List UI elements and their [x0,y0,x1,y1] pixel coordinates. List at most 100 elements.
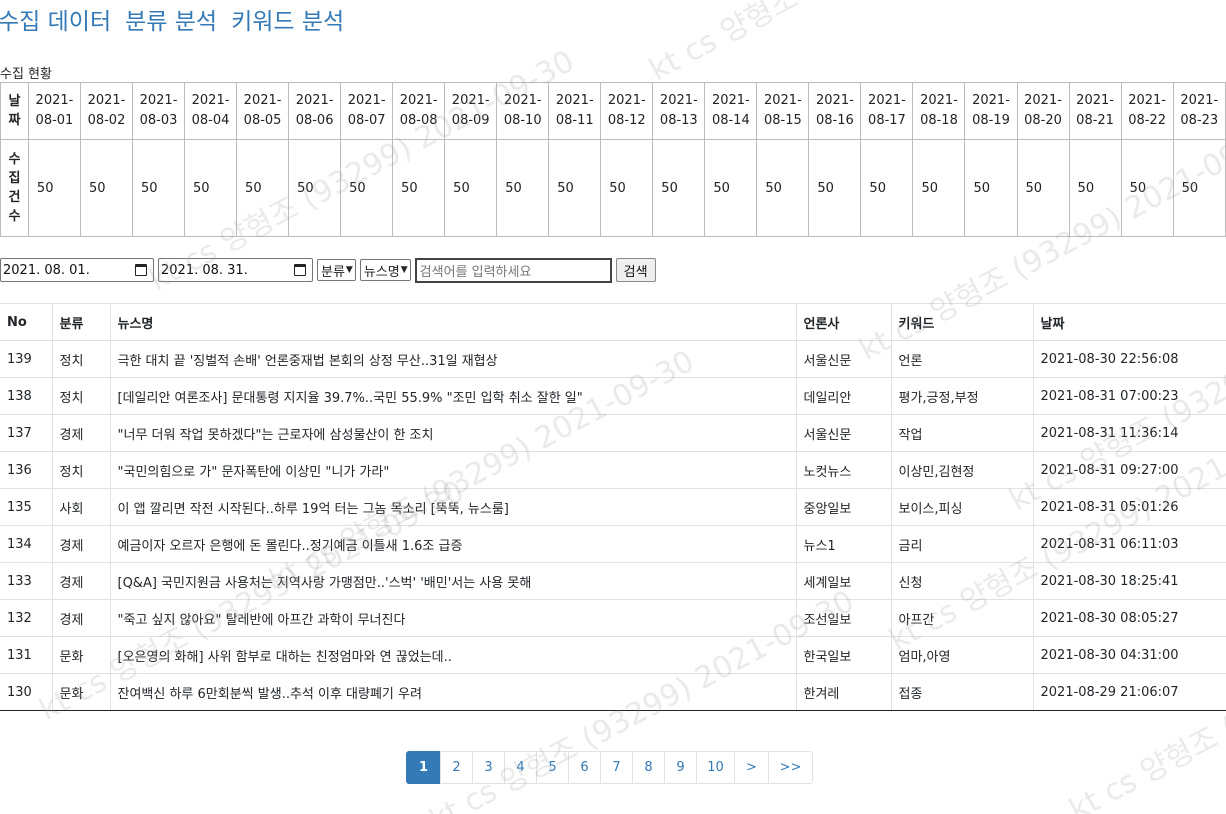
next-page-button[interactable]: > [734,751,769,784]
search-button[interactable]: 검색 [615,258,656,282]
page-link-6[interactable]: 6 [568,751,601,784]
collection-date-cell: 2021- 08-13 [652,82,706,140]
collection-count-cell: 50 [444,139,498,237]
cell-title[interactable]: 극한 대치 끝 '징벌적 손배' 언론중재법 본회의 상정 무산..31일 재협… [109,340,797,378]
cell-category: 경제 [51,562,111,600]
cell-category: 경제 [51,414,111,452]
cell-category: 정치 [51,340,111,378]
table-row[interactable]: 131 문화 [오은영의 화해] 사위 함부로 대하는 친정엄마와 연 끊었는데..… [0,636,1226,674]
cell-no: 136 [0,451,53,489]
collection-date-cell: 2021- 08-15 [756,82,810,140]
cell-category: 정치 [51,377,111,415]
nav-keyword-analysis[interactable]: 키워드 분석 [231,2,344,36]
cell-date: 2021-08-31 07:00:23 [1032,377,1226,415]
col-header-press: 언론사 [795,303,892,341]
cell-keyword: 보이스,피싱 [890,488,1034,526]
table-row[interactable]: 136 정치 "국민의힘으로 가" 문자폭탄에 이상민 "니가 가라" 노컷뉴스 이상민… [0,451,1226,489]
collection-date-cell: 2021- 08-03 [131,82,186,140]
page-link-9[interactable]: 9 [664,751,697,784]
table-row[interactable]: 139 정치 극한 대치 끝 '징벌적 손배' 언론중재법 본회의 상정 무산..3… [0,340,1226,378]
cell-press: 서울신문 [795,414,892,452]
page-link-5[interactable]: 5 [536,751,569,784]
news-table-header: No 분류 뉴스명 언론사 키워드 날짜 [0,303,1226,341]
last-page-button[interactable]: >> [768,751,813,784]
collection-date-cell: 2021- 08-11 [548,82,602,140]
pagination: 1 2 3 4 5 6 7 8 9 10 > >> [406,751,813,784]
page-link-8[interactable]: 8 [632,751,665,784]
collection-count-row: 수집건수 50 50 50 50 50 50 50 50 50 50 50 50 50 50 50 50 50 5… [0,139,1226,237]
collection-date-cell: 2021- 08-23 [1172,82,1226,140]
collection-count-cell: 50 [808,139,862,237]
search-field-select[interactable]: 뉴스명 ▼ [359,259,411,281]
collection-date-cell: 2021- 08-08 [392,82,446,140]
cell-title[interactable]: 예금이자 오르자 은행에 돈 몰린다..정기예금 이틀새 1.6조 급증 [109,525,797,563]
news-table: No 분류 뉴스명 언론사 키워드 날짜 139 정치 극한 대치 끝 '징벌적 손… [0,303,1226,711]
page-link-10[interactable]: 10 [696,751,735,784]
cell-title[interactable]: [데일리안 여론조사] 문대통령 지지율 39.7%..국민 55.9% "조민… [109,377,797,415]
collection-count-cell: 50 [392,139,446,237]
search-input[interactable]: 검색어를 입력하세요 [414,257,612,283]
table-row[interactable]: 137 경제 "너무 더워 작업 못하겠다"는 근로자에 삼성물산이 한 조치 서울신… [0,414,1226,452]
table-row[interactable]: 133 경제 [Q&A] 국민지원금 사용처는 지역사랑 가맹점만..'스벅' '배… [0,562,1226,600]
col-header-no: No [0,303,53,341]
cell-category: 문화 [51,673,111,711]
category-select[interactable]: 분류 ▼ [317,259,356,281]
table-row[interactable]: 135 사회 이 앱 깔리면 작전 시작된다..하루 19억 터는 그놈 목소리 [… [0,488,1226,526]
category-select-value: 분류 [321,264,345,280]
count-row-header: 수집건수 [0,139,29,237]
cell-keyword: 아프간 [890,599,1034,637]
table-row[interactable]: 134 경제 예금이자 오르자 은행에 돈 몰린다..정기예금 이틀새 1.6조 급… [0,525,1226,563]
collection-date-cell: 2021- 08-17 [860,82,914,140]
cell-title[interactable]: 잔여백신 하루 6만회분씩 발생..추석 이후 대량폐기 우려 [109,673,797,711]
start-date-input[interactable]: 2021. 08. 01. [0,258,154,282]
cell-no: 132 [0,599,53,637]
cell-title[interactable]: [Q&A] 국민지원금 사용처는 지역사랑 가맹점만..'스벅' '배민'서는 … [109,562,797,600]
calendar-icon[interactable] [294,264,306,276]
cell-title[interactable]: "너무 더워 작업 못하겠다"는 근로자에 삼성물산이 한 조치 [109,414,797,452]
search-placeholder: 검색어를 입력하세요 [419,264,532,280]
col-header-keyword: 키워드 [890,303,1034,341]
collection-status-label: 수집 현황 [0,67,52,82]
page-link-2[interactable]: 2 [440,751,473,784]
table-row[interactable]: 138 정치 [데일리안 여론조사] 문대통령 지지율 39.7%..국민 55.9… [0,377,1226,415]
cell-date: 2021-08-31 11:36:14 [1032,414,1226,452]
collection-count-cell: 50 [1172,139,1226,237]
collection-count-cell: 50 [236,139,290,237]
cell-keyword: 신청 [890,562,1034,600]
cell-press: 뉴스1 [795,525,892,563]
news-table-body: 139 정치 극한 대치 끝 '징벌적 손배' 언론중재법 본회의 상정 무산..3… [0,340,1226,711]
cell-no: 138 [0,377,53,415]
chevron-down-icon: ▼ [345,265,353,275]
collection-date-cell: 2021- 08-04 [184,82,238,140]
end-date-input[interactable]: 2021. 08. 31. [158,258,313,282]
cell-title[interactable]: "국민의힘으로 가" 문자폭탄에 이상민 "니가 가라" [109,451,797,489]
collection-count-cell: 50 [184,139,238,237]
nav-category-analysis[interactable]: 분류 분석 [125,2,217,36]
cell-title[interactable]: "죽고 싶지 않아요" 탈레반에 아프간 과학이 무너진다 [109,599,797,637]
cell-title[interactable]: 이 앱 깔리면 작전 시작된다..하루 19억 터는 그놈 목소리 [뚝뚝, 뉴… [109,488,797,526]
cell-title[interactable]: [오은영의 화해] 사위 함부로 대하는 친정엄마와 연 끊었는데.. [109,636,797,674]
cell-keyword: 접종 [890,673,1034,711]
collection-count-cell: 50 [548,139,602,237]
cell-press: 서울신문 [795,340,892,378]
page-link-3[interactable]: 3 [472,751,505,784]
collection-date-cell: 2021- 08-22 [1120,82,1174,140]
cell-press: 데일리안 [795,377,892,415]
cell-keyword: 이상민,김현정 [890,451,1034,489]
cell-category: 정치 [51,451,111,489]
nav-collected-data[interactable]: 수집 데이터 [0,2,111,36]
collection-date-cell: 2021- 08-09 [444,82,498,140]
cell-date: 2021-08-31 05:01:26 [1032,488,1226,526]
page-link-4[interactable]: 4 [504,751,537,784]
collection-count-cell: 50 [600,139,654,237]
page-link-7[interactable]: 7 [600,751,633,784]
table-row[interactable]: 132 경제 "죽고 싶지 않아요" 탈레반에 아프간 과학이 무너진다 조선일보 아프… [0,599,1226,637]
cell-category: 경제 [51,599,111,637]
page-link-1[interactable]: 1 [406,751,441,784]
cell-press: 노컷뉴스 [795,451,892,489]
collection-date-cell: 2021- 08-01 [27,82,81,140]
table-row[interactable]: 130 문화 잔여백신 하루 6만회분씩 발생..추석 이후 대량폐기 우려 한겨레 접… [0,673,1226,711]
cell-no: 135 [0,488,53,526]
calendar-icon[interactable] [135,264,147,276]
collection-count-cell: 50 [860,139,914,237]
